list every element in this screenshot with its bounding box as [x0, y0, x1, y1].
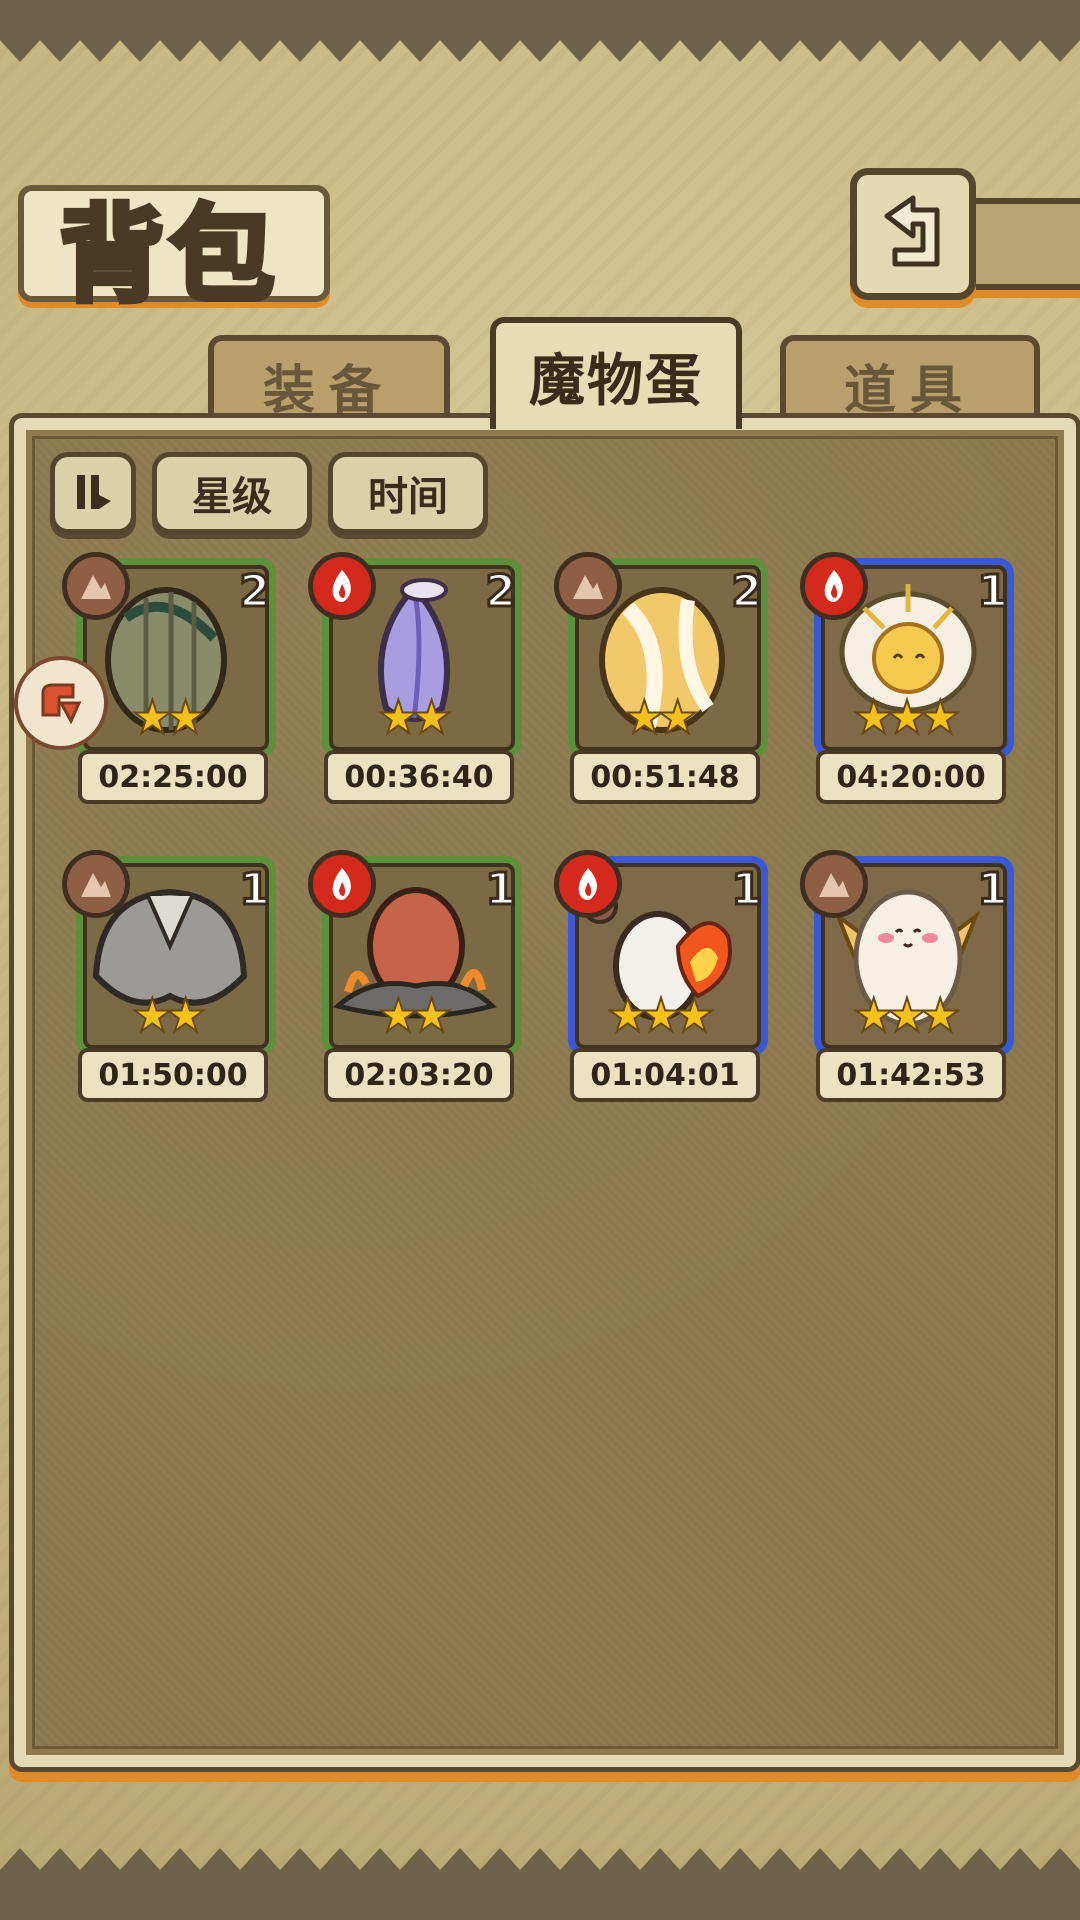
- egg-count: 1: [976, 565, 1010, 619]
- egg-stars: ★★★: [852, 987, 962, 1043]
- tab-bar: 装备 魔物蛋 道具: [18, 317, 1062, 429]
- earth-element-icon: [62, 850, 130, 918]
- egg-timer: 00:36:40: [324, 750, 514, 804]
- sort-toggle-icon: [77, 475, 111, 509]
- egg-timer: 01:42:53: [816, 1048, 1006, 1102]
- egg-stars: ★★: [131, 987, 207, 1043]
- egg-stars: ★★: [377, 987, 453, 1043]
- egg-timer: 00:51:48: [570, 750, 760, 804]
- egg-stars: ★★★: [852, 689, 962, 745]
- egg-card[interactable]: 2 ★★ 00:51:48: [554, 552, 768, 804]
- tab-equipment-label: 装备: [262, 360, 395, 421]
- egg-stars: ★★: [377, 689, 453, 745]
- side-arrow-button[interactable]: [14, 656, 108, 750]
- egg-timer: 04:20:00: [816, 750, 1006, 804]
- egg-count: 2: [238, 565, 272, 619]
- sort-toggle-button[interactable]: [50, 452, 136, 534]
- tab-items-label: 道具: [843, 360, 976, 421]
- egg-card[interactable]: 1 ★★ 02:03:20: [308, 850, 522, 1102]
- fire-element-icon: [554, 850, 622, 918]
- egg-count: 2: [484, 565, 518, 619]
- egg-timer: 01:04:01: [570, 1048, 760, 1102]
- egg-card[interactable]: 2 ★★ 00:36:40: [308, 552, 522, 804]
- egg-card[interactable]: 1 ★★ 01:50:00: [62, 850, 276, 1102]
- tab-monster-eggs[interactable]: 魔物蛋: [490, 317, 742, 429]
- fire-element-icon: [800, 552, 868, 620]
- tab-equipment[interactable]: 装备: [208, 335, 450, 429]
- fire-element-icon: [308, 850, 376, 918]
- egg-count: 1: [238, 863, 272, 917]
- egg-count: 1: [976, 863, 1010, 917]
- earth-element-icon: [62, 552, 130, 620]
- egg-timer: 02:25:00: [78, 750, 268, 804]
- egg-card[interactable]: 1 ★★★ 04:20:00: [800, 552, 1014, 804]
- tab-items[interactable]: 道具: [780, 335, 1040, 429]
- sort-by-star-button[interactable]: 星级: [152, 452, 312, 534]
- egg-count: 1: [730, 863, 764, 917]
- egg-timer: 02:03:20: [324, 1048, 514, 1102]
- tab-monster-eggs-label: 魔物蛋: [529, 348, 703, 414]
- back-bar: [962, 198, 1080, 290]
- back-arrow-icon: [884, 195, 940, 267]
- fire-element-icon: [308, 552, 376, 620]
- earth-element-icon: [800, 850, 868, 918]
- back-button[interactable]: [850, 168, 976, 300]
- bottom-zigzag-border: [0, 1848, 1080, 1920]
- sort-by-time-button[interactable]: 时间: [328, 452, 488, 534]
- egg-count: 1: [484, 863, 518, 917]
- page-title: 背包: [57, 190, 281, 319]
- egg-card[interactable]: 1 ★★★ 01:04:01: [554, 850, 768, 1102]
- egg-stars: ★★: [623, 689, 699, 745]
- egg-timer: 01:50:00: [78, 1048, 268, 1102]
- top-zigzag-border: [0, 0, 1080, 62]
- earth-element-icon: [554, 552, 622, 620]
- egg-count: 2: [730, 565, 764, 619]
- egg-stars: ★★★: [606, 987, 716, 1043]
- side-arrow-icon: [41, 683, 82, 725]
- egg-card[interactable]: 1 ★★★ 01:42:53: [800, 850, 1014, 1102]
